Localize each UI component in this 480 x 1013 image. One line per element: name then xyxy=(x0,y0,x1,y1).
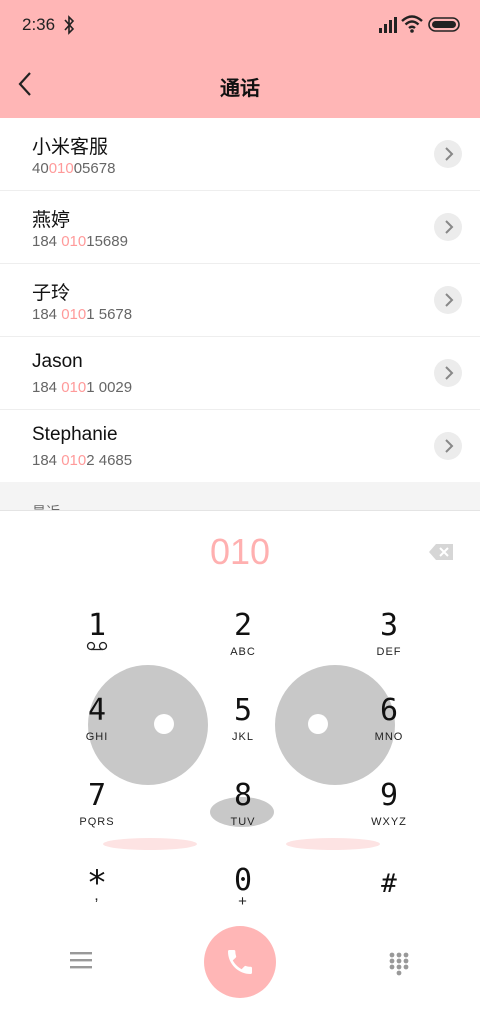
key-letters: JKL xyxy=(232,731,254,743)
key-6[interactable]: 6 MNO xyxy=(339,693,439,763)
key-letters: TUV xyxy=(230,816,256,828)
group-label: 最近 xyxy=(32,502,60,510)
key-letters: DEF xyxy=(376,646,402,658)
key-3[interactable]: 3 DEF xyxy=(339,608,439,678)
chevron-right-icon xyxy=(445,366,454,380)
key-5[interactable]: 5 JKL xyxy=(193,693,293,763)
contact-row[interactable]: 子玲 184 0101 5678 xyxy=(0,264,480,337)
signal-icon xyxy=(379,17,397,33)
contact-row[interactable]: Jason 184 0101 0029 xyxy=(0,337,480,410)
contact-detail-button[interactable] xyxy=(434,432,462,460)
key-0[interactable]: 0 + xyxy=(193,863,293,933)
voicemail-icon xyxy=(86,641,108,651)
contact-row[interactable]: 小米客服 4001005678 xyxy=(0,118,480,191)
key-digit: 7 xyxy=(87,778,107,813)
contact-name: 小米客服 xyxy=(32,137,109,158)
chevron-right-icon xyxy=(445,439,454,453)
key-letters: PQRS xyxy=(79,816,115,828)
key-digit: 2 xyxy=(233,608,253,643)
key-1[interactable]: 1 xyxy=(47,608,147,678)
contact-row[interactable]: Stephanie 184 0102 4685 xyxy=(0,410,480,483)
contact-detail-button[interactable] xyxy=(434,140,462,168)
group-header: 最近 xyxy=(0,482,480,510)
contact-number: 184 0101 5678 xyxy=(32,306,133,323)
keypad-icon[interactable] xyxy=(388,951,410,977)
contact-name: 燕婷 xyxy=(32,210,71,231)
menu-icon[interactable] xyxy=(70,951,92,969)
key-digit: 5 xyxy=(233,693,253,728)
key-digit: 8 xyxy=(233,778,253,813)
decor-right-pupil xyxy=(308,714,328,734)
contact-number: 184 0101 0029 xyxy=(32,379,133,396)
key-star[interactable]: * , xyxy=(47,863,147,933)
bluetooth-icon xyxy=(64,15,75,35)
key-letters: MNO xyxy=(374,731,404,743)
dialed-number: 010 xyxy=(209,531,271,572)
key-digit: # xyxy=(381,869,397,899)
key-letters: ABC xyxy=(230,646,256,658)
key-4[interactable]: 4 GHI xyxy=(47,693,147,763)
phone-icon xyxy=(228,950,252,974)
contact-name: Stephanie xyxy=(32,424,118,445)
chevron-right-icon xyxy=(445,293,454,307)
decor-left-pupil xyxy=(154,714,174,734)
key-9[interactable]: 9 WXYZ xyxy=(339,778,439,848)
contact-list: 小米客服 4001005678 燕婷 184 01015689 子玲 184 0… xyxy=(0,118,480,483)
key-letters: + xyxy=(238,893,248,910)
contact-detail-button[interactable] xyxy=(434,359,462,387)
key-8[interactable]: 8 TUV xyxy=(193,778,293,848)
dialer-panel: 010 1 2 ABC 3 DEF 4 GHI 5 JKL 6 MNO 7 PQ… xyxy=(0,510,480,1013)
key-digit: 1 xyxy=(87,608,107,643)
key-letters: GHI xyxy=(85,731,109,743)
contact-name: Jason xyxy=(32,351,83,372)
key-7[interactable]: 7 PQRS xyxy=(47,778,147,848)
chevron-right-icon xyxy=(445,220,454,234)
key-digit: 9 xyxy=(379,778,399,813)
status-time: 2:36 xyxy=(22,15,56,34)
page-title: 通话 xyxy=(220,78,260,100)
call-button[interactable] xyxy=(204,926,276,998)
header-bar: 2:36 通话 xyxy=(0,0,480,118)
key-2[interactable]: 2 ABC xyxy=(193,608,293,678)
contact-number: 184 0102 4685 xyxy=(32,452,133,469)
status-bar: 2:36 xyxy=(0,0,480,52)
contact-detail-button[interactable] xyxy=(434,286,462,314)
backspace-icon[interactable] xyxy=(428,543,454,561)
key-digit: 4 xyxy=(87,693,107,728)
key-hash[interactable]: # xyxy=(339,863,439,933)
key-digit: 6 xyxy=(379,693,399,728)
battery-icon xyxy=(428,17,460,32)
wifi-icon xyxy=(401,15,423,33)
contact-row[interactable]: 燕婷 184 01015689 xyxy=(0,191,480,264)
key-digit: 3 xyxy=(379,608,399,643)
chevron-right-icon xyxy=(445,147,454,161)
key-letters: WXYZ xyxy=(371,816,407,828)
contact-number: 4001005678 xyxy=(32,160,116,177)
contact-name: 子玲 xyxy=(32,283,71,304)
contact-detail-button[interactable] xyxy=(434,213,462,241)
key-letters: , xyxy=(94,887,100,904)
contact-number: 184 01015689 xyxy=(32,233,128,250)
